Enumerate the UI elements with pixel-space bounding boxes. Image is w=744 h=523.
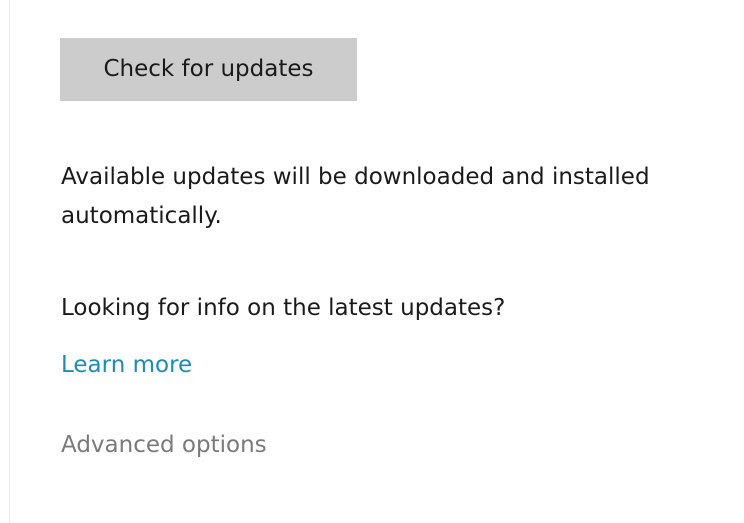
auto-update-description: Available updates will be downloaded and… xyxy=(61,158,744,236)
check-for-updates-button[interactable]: Check for updates xyxy=(60,38,357,101)
latest-updates-question: Looking for info on the latest updates? xyxy=(61,295,506,321)
description-line-2: automatically. xyxy=(61,203,222,229)
learn-more-link[interactable]: Learn more xyxy=(61,347,192,383)
panel-left-border xyxy=(9,0,10,523)
advanced-options-link[interactable]: Advanced options xyxy=(61,427,267,463)
description-line-1: Available updates will be downloaded and… xyxy=(61,164,650,190)
